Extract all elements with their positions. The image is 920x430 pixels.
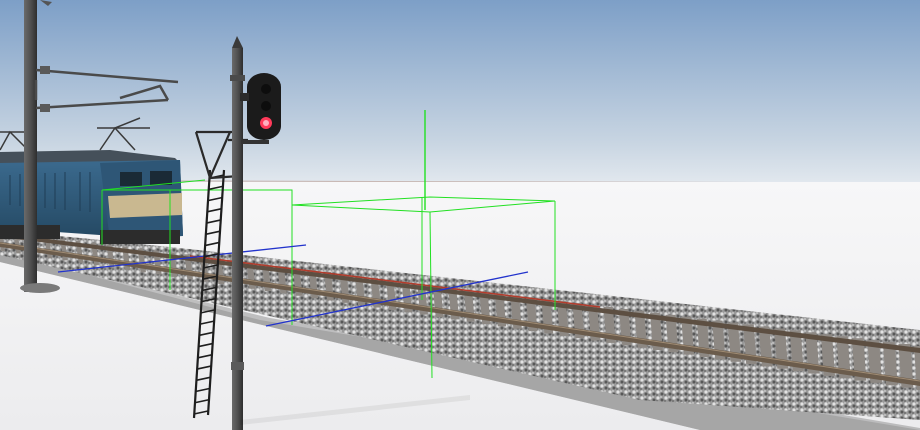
railway-scene[interactable] [0, 0, 920, 430]
cab-window-right [150, 171, 172, 185]
locomotive-band [108, 193, 182, 218]
signal-lamp-glow [263, 120, 269, 126]
signal-mast-band [231, 362, 244, 370]
signal-mast-cap [230, 75, 245, 81]
catenary-pole [24, 0, 37, 292]
signal-head-bracket [240, 93, 249, 101]
game-viewport[interactable] [0, 0, 920, 430]
signal-lamp-top [261, 84, 271, 94]
signal-head-hood [241, 140, 269, 144]
signal-lamp-middle [261, 101, 271, 111]
bogie-front [100, 230, 180, 244]
signal-mast [232, 48, 243, 430]
cab-window-left [120, 172, 142, 186]
catenary-pole-base [20, 283, 60, 293]
